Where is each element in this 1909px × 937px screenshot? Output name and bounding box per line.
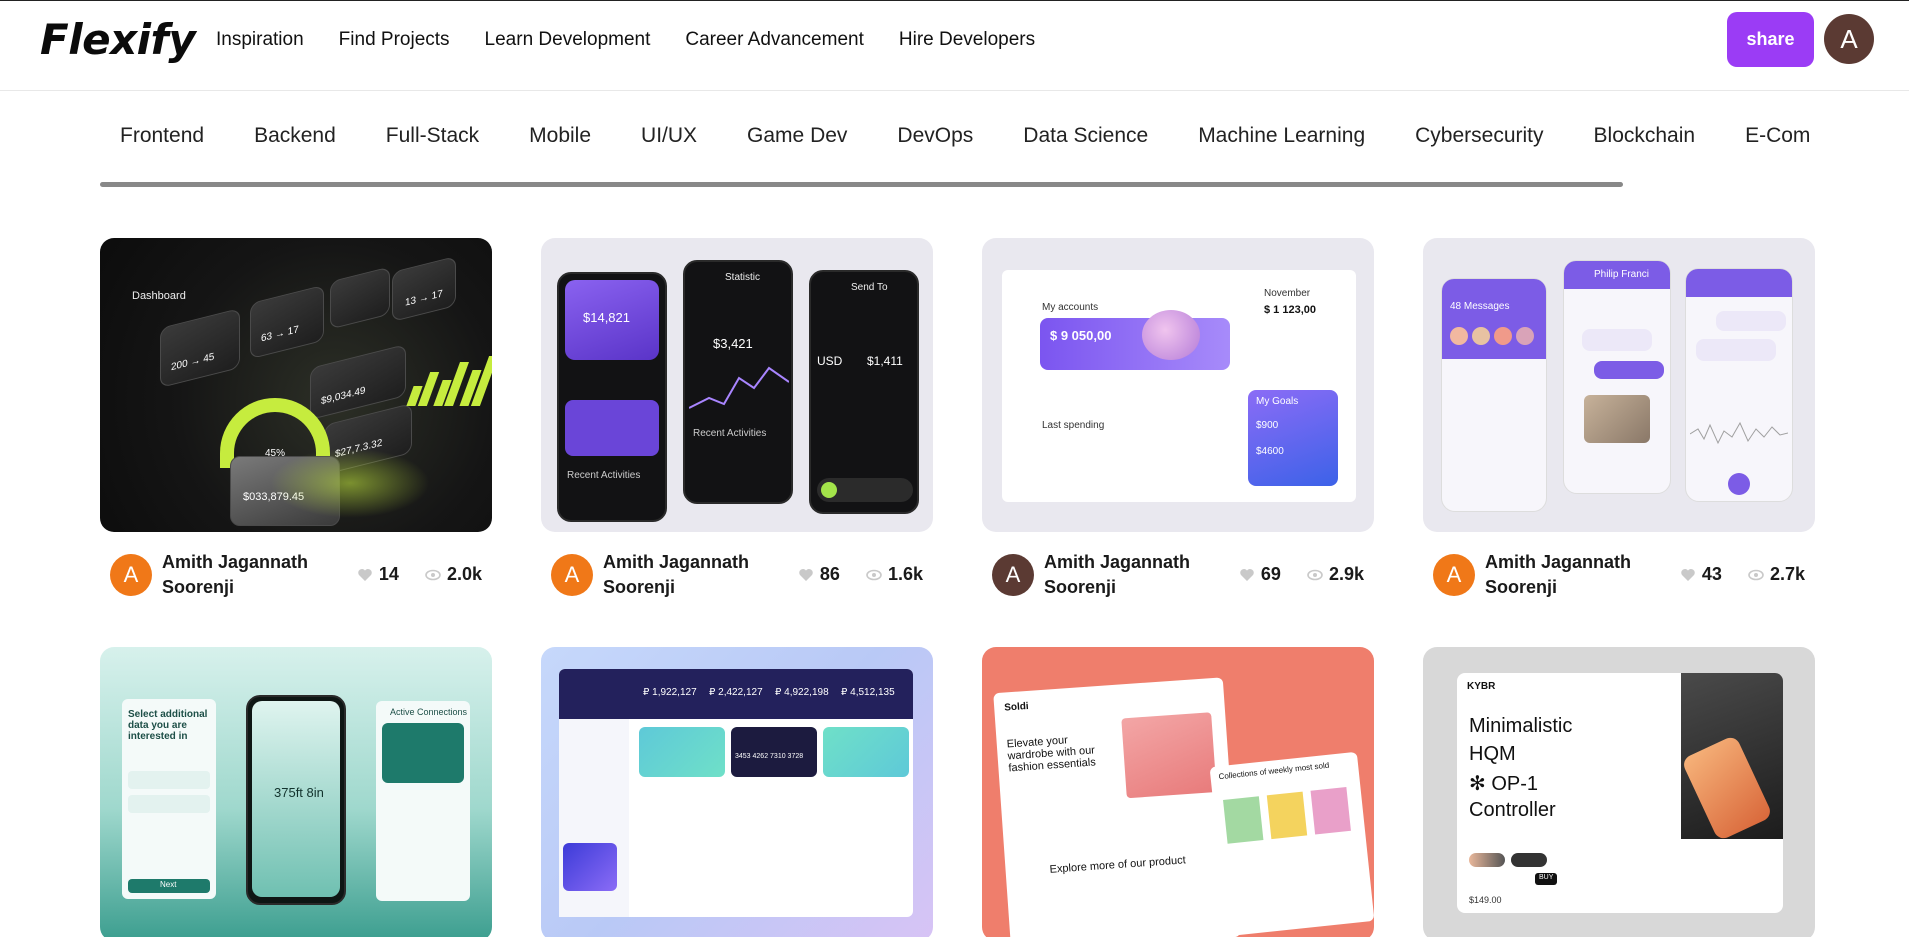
card-stats: 43 2.7k: [1680, 564, 1805, 585]
category-scrollbar[interactable]: [100, 182, 1623, 187]
heart-icon[interactable]: [1239, 567, 1255, 583]
thumb-dashboard-label: Dashboard: [132, 290, 186, 302]
author-name[interactable]: Amith Jagannath Soorenji: [603, 550, 773, 600]
author-avatar[interactable]: A: [992, 554, 1034, 596]
project-card[interactable]: ₽ 1,922,127 ₽ 2,422,127 ₽ 4,922,198 ₽ 4,…: [541, 647, 933, 937]
thumb-phone: $14,821 Recent Activities: [557, 272, 667, 522]
likes-count: 43: [1701, 564, 1722, 584]
likes-count: 69: [1260, 564, 1281, 584]
author-name[interactable]: Amith Jagannath Soorenji: [1485, 550, 1655, 600]
author-name[interactable]: Amith Jagannath Soorenji: [1044, 550, 1214, 600]
tab-cybersecurity[interactable]: Cybersecurity: [1415, 124, 1543, 148]
project-card[interactable]: Soldi Elevate your wardrobe with our fas…: [982, 647, 1374, 937]
project-thumbnail[interactable]: Select additional data you are intereste…: [100, 647, 492, 937]
views-count: 2.0k: [446, 564, 482, 584]
thumb-tile: 13 → 17: [392, 256, 456, 322]
thumb-tile: [330, 266, 390, 330]
nav-find-projects[interactable]: Find Projects: [339, 29, 450, 51]
project-card[interactable]: 48 Messages Philip Franci A Amith Jagann…: [1423, 238, 1815, 597]
project-card[interactable]: Select additional data you are intereste…: [100, 647, 492, 937]
tab-ui-ux[interactable]: UI/UX: [641, 124, 697, 148]
heart-icon[interactable]: [798, 567, 814, 583]
heart-icon[interactable]: [357, 567, 373, 583]
thumb-phone: 375ft 8in: [246, 695, 346, 905]
thumb-dashboard: ₽ 1,922,127 ₽ 2,422,127 ₽ 4,922,198 ₽ 4,…: [559, 669, 913, 917]
thumb-phone: Philip Franci: [1563, 260, 1671, 494]
nav-inspiration[interactable]: Inspiration: [216, 29, 304, 51]
thumb-tile: 63 → 17: [250, 284, 324, 360]
card-meta: A Amith Jagannath Soorenji 86 1.6k: [551, 550, 931, 610]
card-stats: 69 2.9k: [1239, 564, 1364, 585]
project-thumbnail[interactable]: My accounts $ 9 050,00 Last spending Nov…: [982, 238, 1374, 532]
project-thumbnail[interactable]: Soldi Elevate your wardrobe with our fas…: [982, 647, 1374, 937]
views-count: 2.9k: [1328, 564, 1364, 584]
project-thumbnail[interactable]: $14,821 Recent Activities Statistic $3,4…: [541, 238, 933, 532]
main-nav: Inspiration Find Projects Learn Developm…: [216, 29, 1035, 51]
tab-machine-learning[interactable]: Machine Learning: [1198, 124, 1365, 148]
nav-career-advancement[interactable]: Career Advancement: [685, 29, 864, 51]
project-thumbnail[interactable]: Dashboard 200 → 45 63 → 17 13 → 17 $9,03…: [100, 238, 492, 532]
site-header: Flexify Inspiration Find Projects Learn …: [0, 1, 1909, 91]
eye-icon: [1748, 567, 1764, 583]
eye-icon: [1307, 567, 1323, 583]
project-thumbnail[interactable]: ₽ 1,922,127 ₽ 2,422,127 ₽ 4,922,198 ₽ 4,…: [541, 647, 933, 937]
card-meta: A Amith Jagannath Soorenji 14 2.0k: [110, 550, 490, 610]
user-avatar[interactable]: A: [1824, 14, 1874, 64]
thumb-landing-page: Soldi Elevate your wardrobe with our fas…: [993, 677, 1241, 937]
tab-blockchain[interactable]: Blockchain: [1594, 124, 1696, 148]
thumb-tile: 200 → 45: [160, 308, 240, 388]
thumb-phone: Send To USD $1,411: [809, 270, 919, 514]
project-card[interactable]: $14,821 Recent Activities Statistic $3,4…: [541, 238, 933, 597]
thumb-product-page: KYBR Minimalistic HQM ✻ OP-1 Controller …: [1457, 673, 1783, 913]
thumb-phone: Statistic $3,421 Recent Activities: [683, 260, 793, 504]
nav-hire-developers[interactable]: Hire Developers: [899, 29, 1035, 51]
thumb-product-page: Collections of weekly most sold: [1209, 751, 1374, 937]
author-avatar[interactable]: A: [1433, 554, 1475, 596]
tab-backend[interactable]: Backend: [254, 124, 336, 148]
eye-icon: [425, 567, 441, 583]
eye-icon: [866, 567, 882, 583]
thumb-phone: 48 Messages: [1441, 278, 1547, 512]
thumb-panel: Select additional data you are intereste…: [122, 699, 216, 899]
project-thumbnail[interactable]: KYBR Minimalistic HQM ✻ OP-1 Controller …: [1423, 647, 1815, 937]
author-avatar[interactable]: A: [551, 554, 593, 596]
card-stats: 86 1.6k: [798, 564, 923, 585]
card-meta: A Amith Jagannath Soorenji 69 2.9k: [992, 550, 1372, 610]
project-thumbnail[interactable]: 48 Messages Philip Franci: [1423, 238, 1815, 532]
views-count: 1.6k: [887, 564, 923, 584]
tab-devops[interactable]: DevOps: [897, 124, 973, 148]
heart-icon[interactable]: [1680, 567, 1696, 583]
card-meta: A Amith Jagannath Soorenji 43 2.7k: [1433, 550, 1813, 610]
tab-data-science[interactable]: Data Science: [1023, 124, 1148, 148]
thumb-panel: Active Connections: [376, 701, 470, 901]
tab-full-stack[interactable]: Full-Stack: [386, 124, 479, 148]
logo[interactable]: Flexify: [40, 15, 196, 64]
tab-e-com[interactable]: E-Com: [1745, 124, 1809, 148]
card-stats: 14 2.0k: [357, 564, 482, 585]
project-card[interactable]: KYBR Minimalistic HQM ✻ OP-1 Controller …: [1423, 647, 1815, 937]
tab-mobile[interactable]: Mobile: [529, 124, 591, 148]
thumb-glow: [270, 448, 430, 518]
project-card[interactable]: Dashboard 200 → 45 63 → 17 13 → 17 $9,03…: [100, 238, 492, 597]
nav-learn-development[interactable]: Learn Development: [485, 29, 651, 51]
author-name[interactable]: Amith Jagannath Soorenji: [162, 550, 332, 600]
likes-count: 14: [378, 564, 399, 584]
share-button[interactable]: share: [1727, 12, 1814, 67]
project-card[interactable]: My accounts $ 9 050,00 Last spending Nov…: [982, 238, 1374, 597]
views-count: 2.7k: [1769, 564, 1805, 584]
tab-frontend[interactable]: Frontend: [120, 124, 204, 148]
thumb-bar-chart: [406, 336, 492, 406]
thumb-phone: [1685, 268, 1793, 502]
thumb-dashboard: My accounts $ 9 050,00 Last spending Nov…: [1002, 270, 1356, 502]
author-avatar[interactable]: A: [110, 554, 152, 596]
likes-count: 86: [819, 564, 840, 584]
tab-game-dev[interactable]: Game Dev: [747, 124, 847, 148]
